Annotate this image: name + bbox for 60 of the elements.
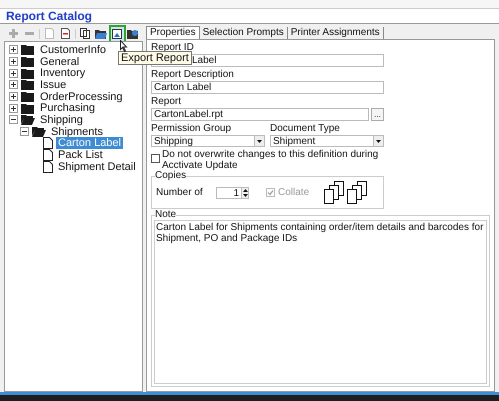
- tree-item[interactable]: Carton Label: [56, 137, 123, 150]
- caret-icon: [257, 140, 262, 142]
- expand-toggle[interactable]: [9, 80, 18, 90]
- checkbox[interactable]: [151, 154, 160, 163]
- tab[interactable]: Selection Prompts: [200, 27, 288, 39]
- caret-icon: [376, 140, 381, 142]
- tree-item[interactable]: General: [38, 56, 82, 68]
- folder-icon: [21, 91, 35, 102]
- document-icon: [43, 137, 53, 150]
- tree-item[interactable]: Shipping: [38, 114, 85, 126]
- expand-toggle[interactable]: [9, 104, 18, 113]
- folder-icon: [21, 102, 35, 114]
- collate-pages-icon: [347, 180, 368, 204]
- collapse-toggle[interactable]: [9, 115, 18, 124]
- collapse-toggle[interactable]: [20, 127, 29, 136]
- open-folder-icon: [32, 126, 46, 138]
- tree-item[interactable]: Inventory: [38, 67, 88, 80]
- tree-item[interactable]: Pack List: [56, 149, 105, 162]
- field-label: Document Type: [270, 123, 341, 135]
- note-field[interactable]: Carton Label for Shipments containing order/item details and barcodes for Shipment, PO and Package IDs: [154, 220, 487, 384]
- export-icon[interactable]: [110, 26, 124, 40]
- browse-button[interactable]: ...: [371, 108, 384, 121]
- checkbox-label: Collate: [278, 186, 310, 200]
- field-label: Report ID: [151, 42, 195, 54]
- group-title: Note: [155, 209, 176, 220]
- field-label: Number of: [156, 186, 204, 200]
- folder-icon: [21, 79, 35, 90]
- folder-icon: [21, 56, 35, 68]
- tab[interactable]: Properties: [146, 26, 200, 39]
- expand-toggle[interactable]: [9, 68, 18, 78]
- expand-toggle[interactable]: [9, 45, 18, 54]
- window-title: Report Catalog: [6, 8, 92, 25]
- tooltip: Export Report: [118, 51, 192, 65]
- field-label: Report: [151, 96, 182, 108]
- tree-item[interactable]: Purchasing: [38, 102, 98, 114]
- delete-document-icon[interactable]: [58, 26, 72, 40]
- group-title: Copies: [155, 170, 186, 181]
- tree-item[interactable]: OrderProcessing: [38, 90, 125, 103]
- copy-document-icon[interactable]: [78, 26, 92, 40]
- tree-item[interactable]: Shipment Detail: [56, 160, 138, 173]
- folder-icon: [21, 68, 35, 79]
- dropdown[interactable]: Shipment: [270, 135, 384, 147]
- field-label: Permission Group: [151, 123, 232, 135]
- expand-toggle[interactable]: [9, 57, 18, 66]
- open-folder-icon: [21, 114, 35, 126]
- text-field[interactable]: Carton Label: [151, 81, 384, 94]
- tab[interactable]: Printer Assignments: [288, 27, 384, 39]
- expand-toggle[interactable]: [9, 92, 18, 102]
- dropdown[interactable]: Shipping: [151, 135, 265, 147]
- text-field[interactable]: CartonLabel.rpt: [151, 108, 369, 121]
- collate-pages-icon: [324, 180, 344, 204]
- field-label: Report Description: [151, 69, 235, 81]
- folder-icon: [21, 44, 35, 56]
- document-icon: [43, 160, 53, 173]
- number-spinner[interactable]: 1: [216, 186, 249, 198]
- document-icon: [43, 149, 53, 162]
- tree-item[interactable]: Shipments: [49, 126, 105, 138]
- checkbox-label: Do not overwrite changes to this definition during Acctivate Update: [162, 149, 380, 171]
- tree-item[interactable]: Issue: [38, 78, 68, 91]
- tree-item[interactable]: CustomerInfo: [38, 44, 108, 56]
